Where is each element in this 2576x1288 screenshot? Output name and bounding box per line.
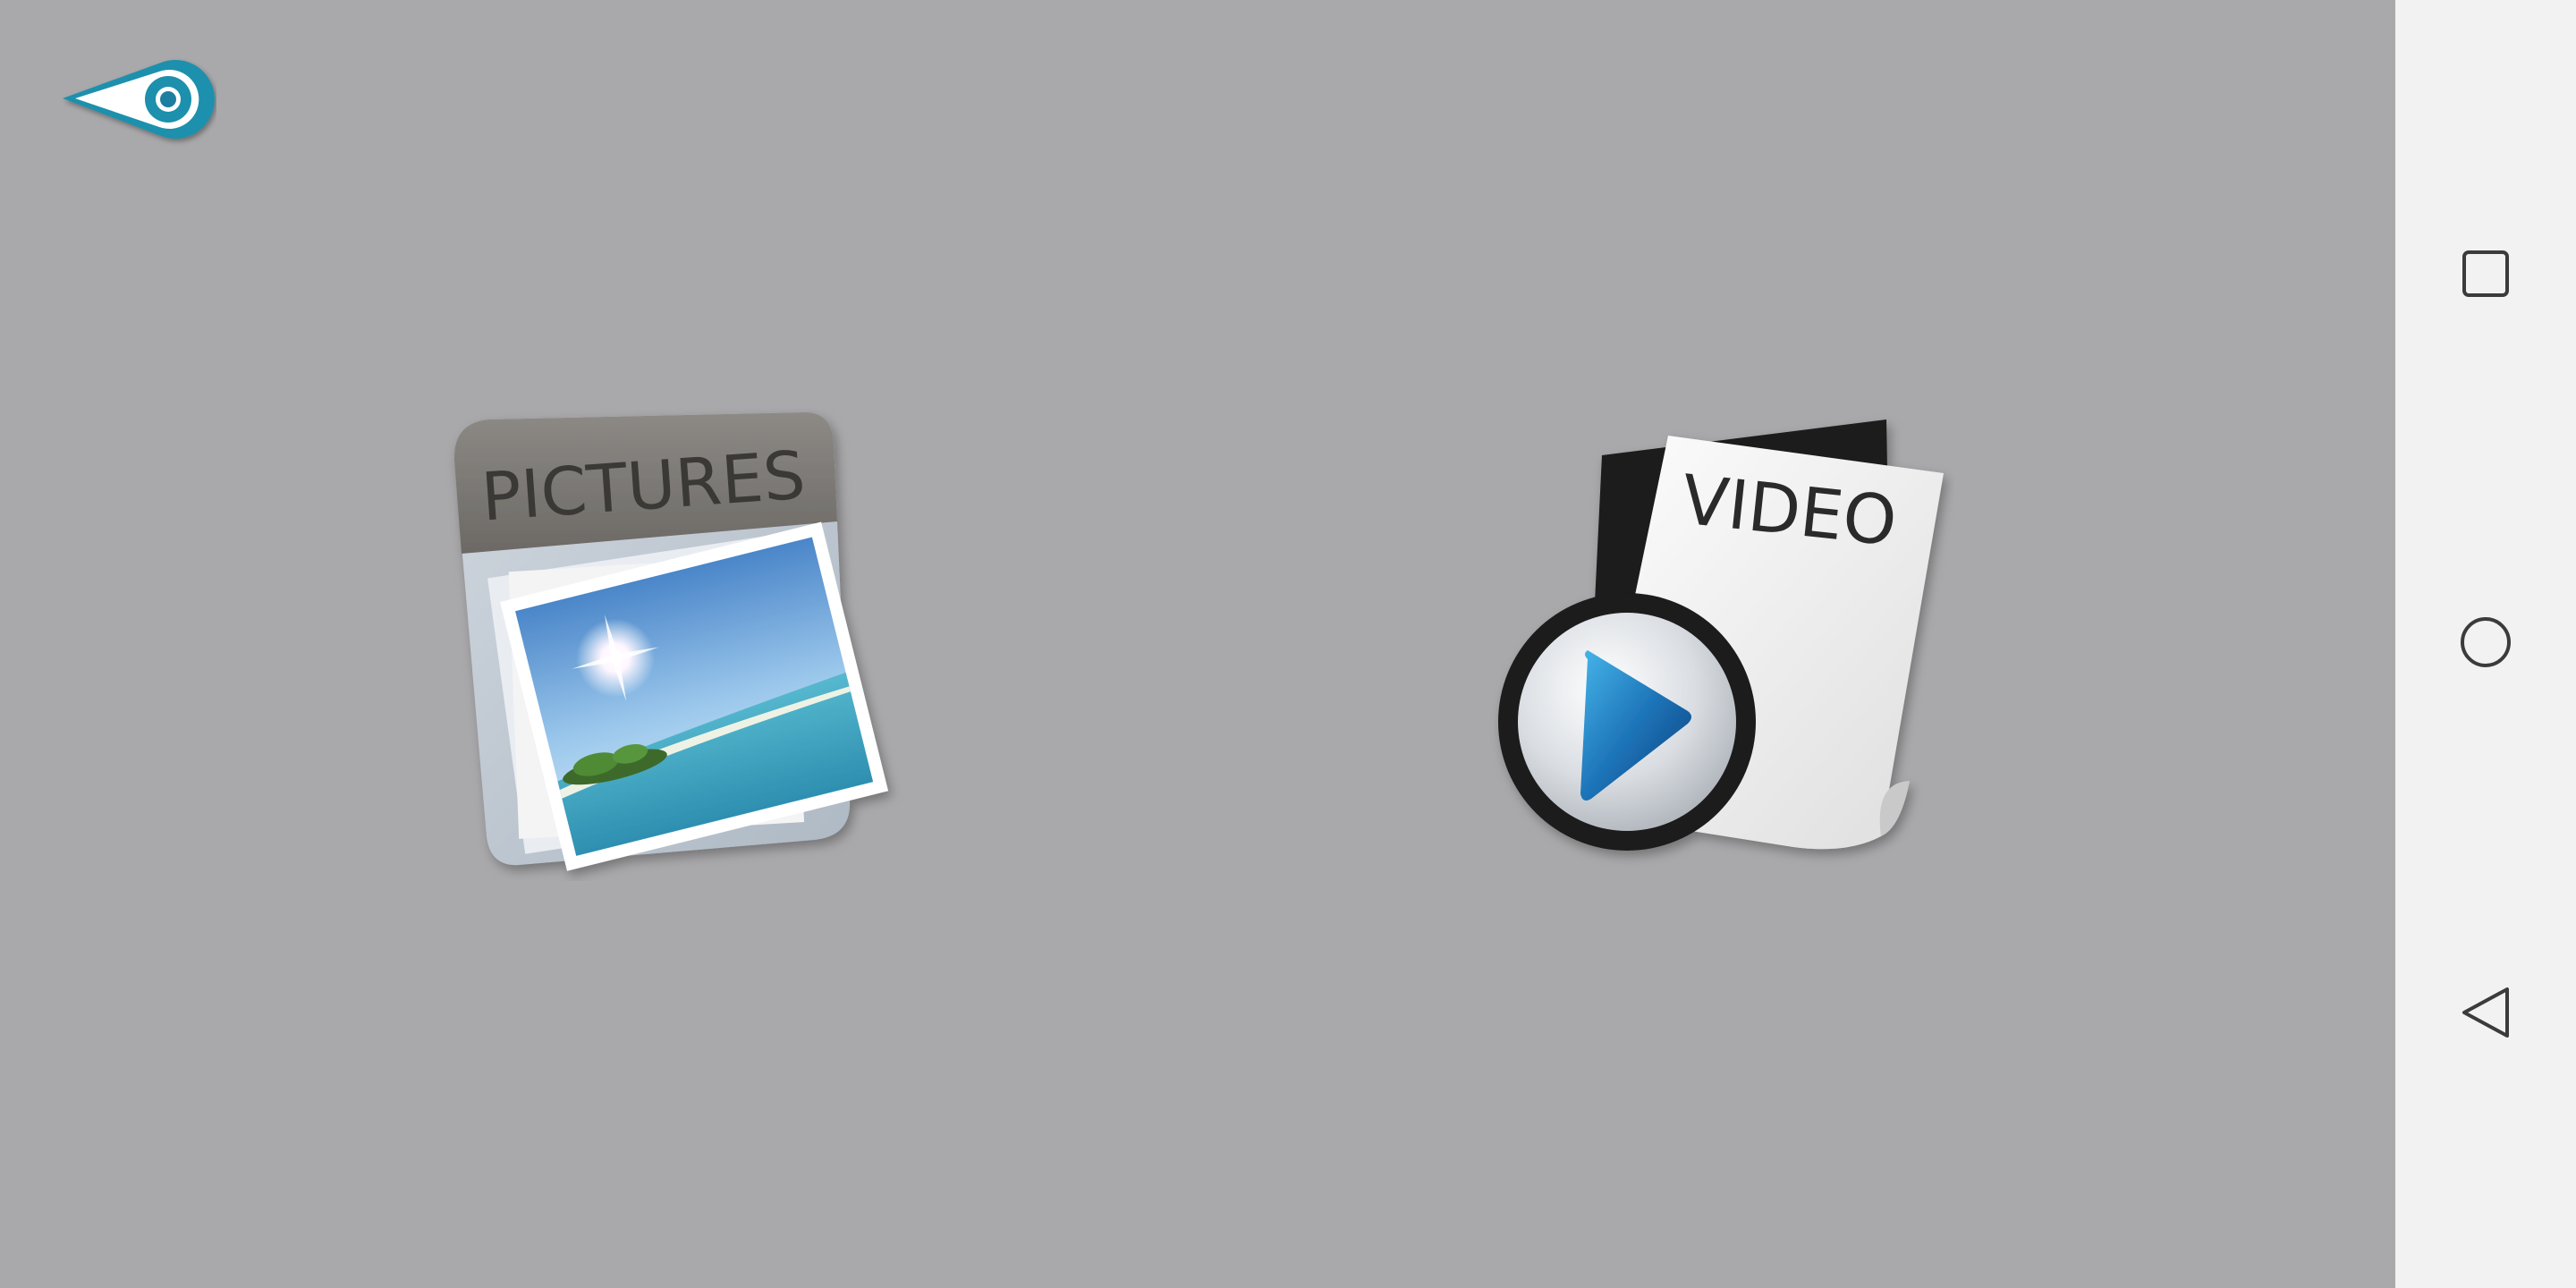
app-screen: PICTURES VIDEO <box>0 0 2576 1288</box>
recent-apps-icon <box>2462 250 2509 297</box>
pictures-button[interactable]: PICTURES <box>438 407 903 881</box>
back-nav-button[interactable] <box>2441 968 2530 1057</box>
navigation-bar <box>2395 0 2576 1288</box>
video-button[interactable]: VIDEO <box>1489 407 1954 881</box>
main-content: PICTURES VIDEO <box>0 0 2395 1288</box>
recent-apps-button[interactable] <box>2441 229 2530 318</box>
back-button[interactable] <box>55 47 216 154</box>
pictures-folder-icon: PICTURES <box>453 412 889 871</box>
home-button[interactable] <box>2441 597 2530 687</box>
back-eye-icon <box>63 60 215 139</box>
home-icon <box>2461 617 2511 667</box>
back-triangle-icon <box>2462 987 2509 1038</box>
video-file-icon: VIDEO <box>1498 419 1944 851</box>
